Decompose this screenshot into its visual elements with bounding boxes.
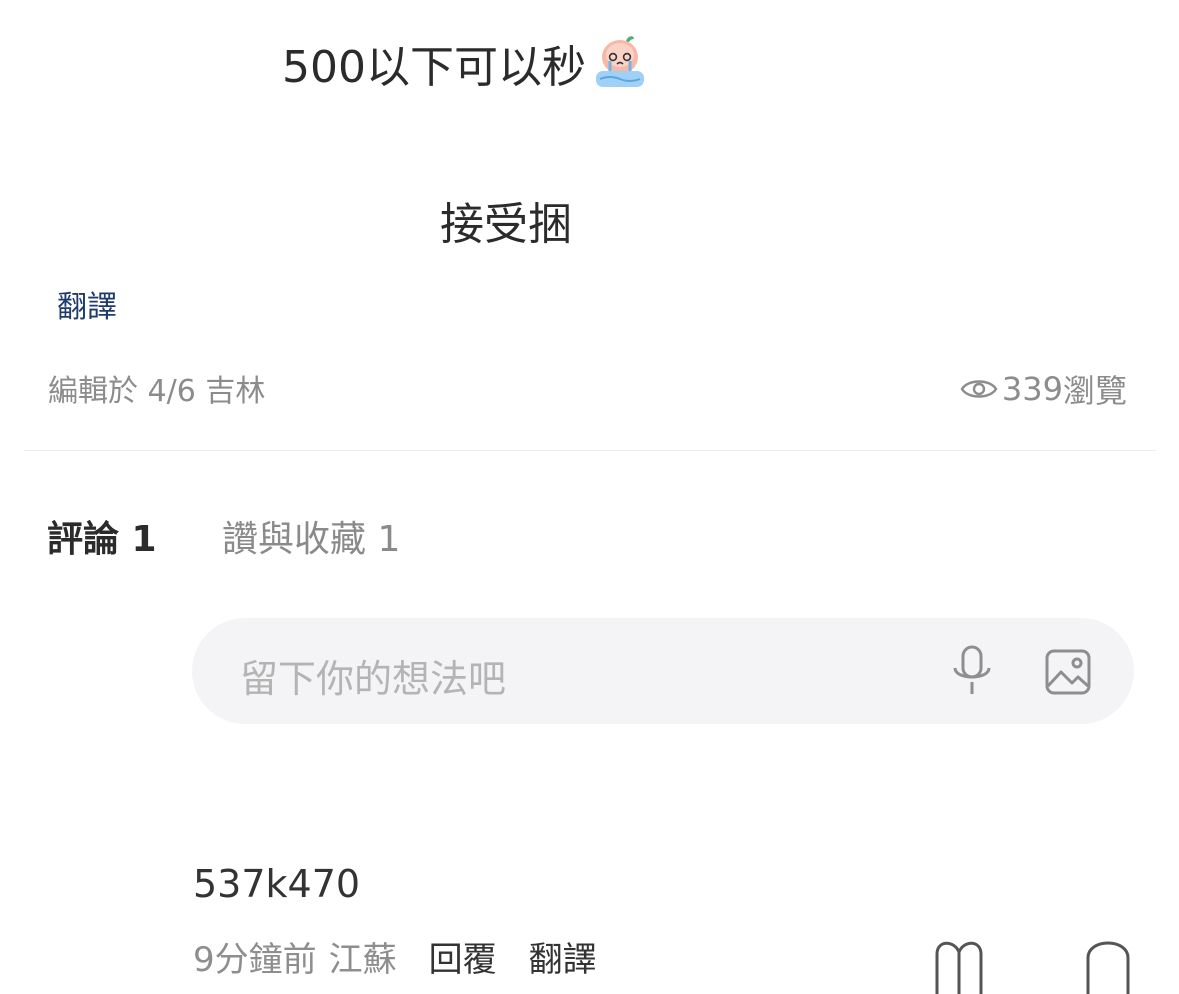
- comment-reply-button[interactable]: 回覆: [429, 932, 497, 981]
- image-icon[interactable]: [1044, 648, 1092, 696]
- comment-input-placeholder: 留下你的想法吧: [240, 657, 507, 701]
- section-divider: [24, 450, 1156, 451]
- star-icon[interactable]: [1084, 934, 1132, 994]
- crying-peach-emoji-icon: [595, 36, 644, 87]
- view-count: 339 瀏覽: [960, 366, 1127, 412]
- heart-icon[interactable]: [934, 934, 984, 994]
- comment-input[interactable]: 留下你的想法吧: [192, 618, 1134, 724]
- comment-location: 江蘇: [328, 940, 397, 980]
- eye-icon: [960, 380, 998, 398]
- translate-post-link[interactable]: 翻譯: [57, 282, 117, 326]
- comment-username[interactable]: 537k470: [193, 862, 360, 906]
- comment-meta: 9分鐘前 江蘇 回覆 翻譯: [193, 932, 597, 981]
- view-count-number: 339: [1001, 370, 1063, 408]
- view-count-label: 瀏覽: [1062, 372, 1127, 410]
- microphone-icon[interactable]: [950, 644, 994, 698]
- post-text-line-1: 500以下可以秒: [282, 30, 650, 96]
- tab-likes-favorites[interactable]: 讚與收藏 1: [222, 510, 400, 562]
- post-text-line-1-text: 500以下可以秒: [282, 42, 586, 93]
- edited-location-label: 編輯於 4/6 吉林: [48, 374, 266, 409]
- comment-time: 9分鐘前: [193, 940, 317, 980]
- tab-comments[interactable]: 評論 1: [47, 510, 157, 562]
- post-text-line-2: 接受捆: [440, 199, 572, 250]
- comment-translate-button[interactable]: 翻譯: [529, 932, 597, 981]
